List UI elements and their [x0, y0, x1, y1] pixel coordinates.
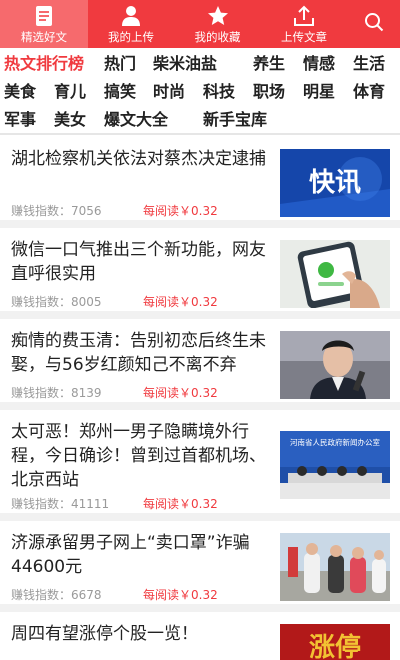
- reward-per-read: 每阅读￥0.32: [143, 588, 218, 602]
- category-viral-articles[interactable]: 爆文大全: [104, 105, 168, 134]
- article-thumbnail: 涨停 快讯: [280, 149, 390, 217]
- earning-index: 赚钱指数：8005: [11, 295, 102, 309]
- article-item[interactable]: 太可恶！郑州一男子隐瞒境外行程，今日确诊！曾到过首都机场、北京西站 赚钱指数：4…: [0, 410, 400, 521]
- article-item[interactable]: 济源承留男子网上“卖口罩”诈骗44600元 赚钱指数：6678 每阅读￥0.32: [0, 521, 400, 612]
- article-title: 微信一口气推出三个新功能，网友直呼很实用: [11, 240, 266, 284]
- thumbnail-banner-text: 河南省人民政府新闻办公室: [290, 437, 380, 447]
- article-thumbnail: 河南省人民政府新闻办公室: [280, 431, 390, 499]
- nav-label: 上传文章: [281, 30, 327, 44]
- category-funny[interactable]: 搞笑: [104, 77, 136, 106]
- search-button[interactable]: [347, 0, 400, 48]
- article-item[interactable]: 湖北检察机关依法对蔡杰决定逮捕 赚钱指数：7056 每阅读￥0.32 涨停 快讯: [0, 137, 400, 228]
- category-fashion[interactable]: 时尚: [153, 77, 185, 106]
- category-life[interactable]: 生活: [353, 49, 385, 78]
- thumbnail-headline: 涨停: [309, 632, 361, 660]
- star-icon: [207, 0, 229, 27]
- category-daily-life[interactable]: 柴米油盐: [153, 49, 217, 78]
- earning-index: 赚钱指数：41111: [11, 497, 110, 511]
- document-icon: [35, 0, 53, 27]
- article-thumbnail: [280, 331, 390, 399]
- category-tech[interactable]: 科技: [203, 77, 235, 106]
- nav-featured-articles[interactable]: 精选好文: [0, 0, 88, 48]
- article-title: 湖北检察机关依法对蔡杰决定逮捕: [11, 149, 266, 169]
- earning-index: 赚钱指数：6678: [11, 588, 102, 602]
- article-title: 痴情的费玉清：告别初恋后终生未娶，与56岁红颜知己不离不弃: [11, 331, 266, 375]
- nav-label: 我的上传: [108, 30, 154, 44]
- article-item[interactable]: 周四有望涨停个股一览！ 涨停: [0, 612, 400, 660]
- article-title: 太可恶！郑州一男子隐瞒境外行程，今日确诊！曾到过首都机场、北京西站: [11, 422, 266, 490]
- article-title: 济源承留男子网上“卖口罩”诈骗44600元: [11, 533, 250, 577]
- earning-index: 赚钱指数：8139: [11, 386, 102, 400]
- category-sports[interactable]: 体育: [353, 77, 385, 106]
- article-thumbnail: 涨停: [280, 624, 390, 660]
- category-hot[interactable]: 热门: [104, 49, 136, 78]
- user-icon: [121, 0, 141, 27]
- category-workplace[interactable]: 职场: [253, 77, 285, 106]
- category-grid: 热文排行榜 热门 柴米油盐 养生 情感 生活 美食 育儿 搞笑 时尚 科技 职场…: [0, 48, 400, 135]
- reward-per-read: 每阅读￥0.32: [143, 386, 218, 400]
- article-thumbnail: [280, 533, 390, 601]
- search-icon: [364, 12, 384, 36]
- article-item[interactable]: 痴情的费玉清：告别初恋后终生未娶，与56岁红颜知己不离不弃 赚钱指数：8139 …: [0, 319, 400, 410]
- earning-index: 赚钱指数：7056: [11, 204, 102, 218]
- article-thumbnail: [280, 240, 390, 308]
- category-emotion[interactable]: 情感: [303, 49, 335, 78]
- category-newbie-guide[interactable]: 新手宝库: [203, 105, 267, 134]
- reward-per-read: 每阅读￥0.32: [143, 204, 218, 218]
- nav-label: 精选好文: [21, 30, 67, 44]
- article-item[interactable]: 微信一口气推出三个新功能，网友直呼很实用 赚钱指数：8005 每阅读￥0.32: [0, 228, 400, 319]
- nav-my-uploads[interactable]: 我的上传: [88, 0, 174, 48]
- top-nav-bar: 精选好文 我的上传 我的收藏 上传文章: [0, 0, 400, 48]
- thumbnail-headline: 快讯: [309, 168, 361, 198]
- category-military[interactable]: 军事: [4, 105, 36, 134]
- article-title: 周四有望涨停个股一览！: [11, 624, 198, 644]
- nav-label: 我的收藏: [194, 30, 241, 44]
- upload-icon: [293, 0, 315, 27]
- nav-my-favorites[interactable]: 我的收藏: [174, 0, 261, 48]
- category-parenting[interactable]: 育儿: [54, 77, 86, 106]
- reward-per-read: 每阅读￥0.32: [143, 295, 218, 309]
- nav-upload-article[interactable]: 上传文章: [261, 0, 347, 48]
- category-beauty[interactable]: 美女: [54, 105, 86, 134]
- category-food[interactable]: 美食: [4, 77, 36, 106]
- category-health[interactable]: 养生: [253, 49, 285, 78]
- category-celebrity[interactable]: 明星: [303, 77, 335, 106]
- category-hot-ranking[interactable]: 热文排行榜: [4, 49, 84, 78]
- reward-per-read: 每阅读￥0.32: [143, 497, 218, 511]
